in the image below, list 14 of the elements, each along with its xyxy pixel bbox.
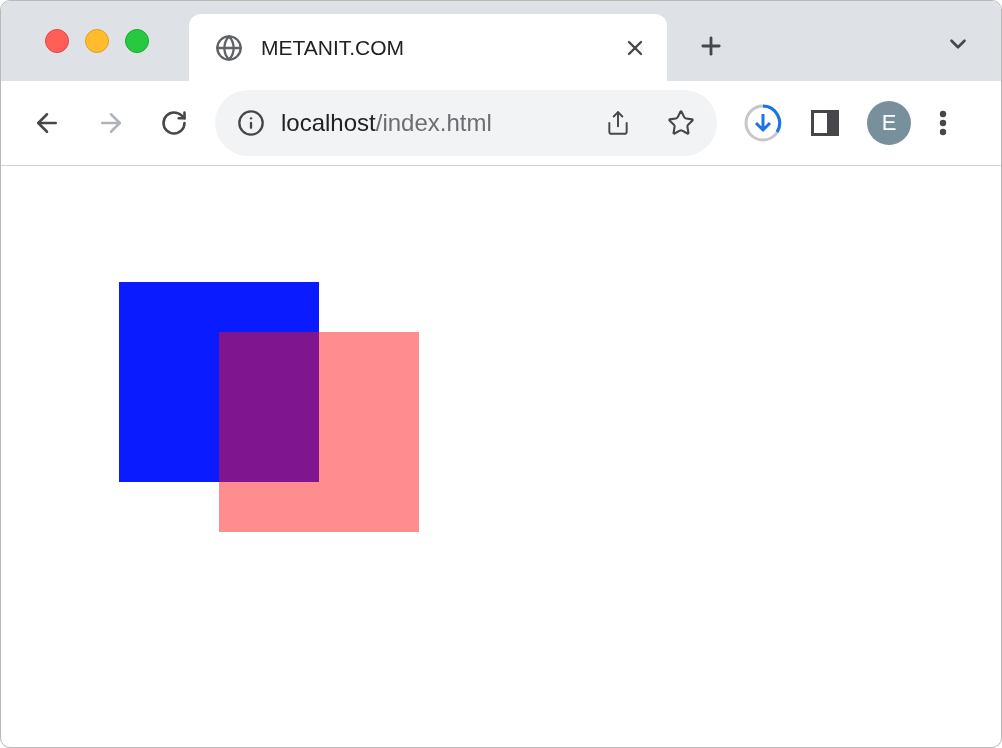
url-text: localhost/index.html xyxy=(281,109,493,137)
browser-tab[interactable]: METANIT.COM xyxy=(189,14,667,81)
globe-icon xyxy=(215,33,243,62)
close-window-button[interactable] xyxy=(45,29,69,53)
side-panel-button[interactable] xyxy=(811,110,839,136)
bookmark-star-button[interactable] xyxy=(667,109,695,137)
download-button[interactable] xyxy=(743,103,783,143)
info-icon[interactable] xyxy=(237,109,265,137)
address-bar[interactable]: localhost/index.html xyxy=(215,90,717,156)
tab-title: METANIT.COM xyxy=(261,35,406,60)
reload-button[interactable] xyxy=(160,109,188,137)
vertical-dots-icon xyxy=(939,110,947,136)
menu-button[interactable] xyxy=(939,110,947,136)
share-button[interactable] xyxy=(605,110,631,136)
